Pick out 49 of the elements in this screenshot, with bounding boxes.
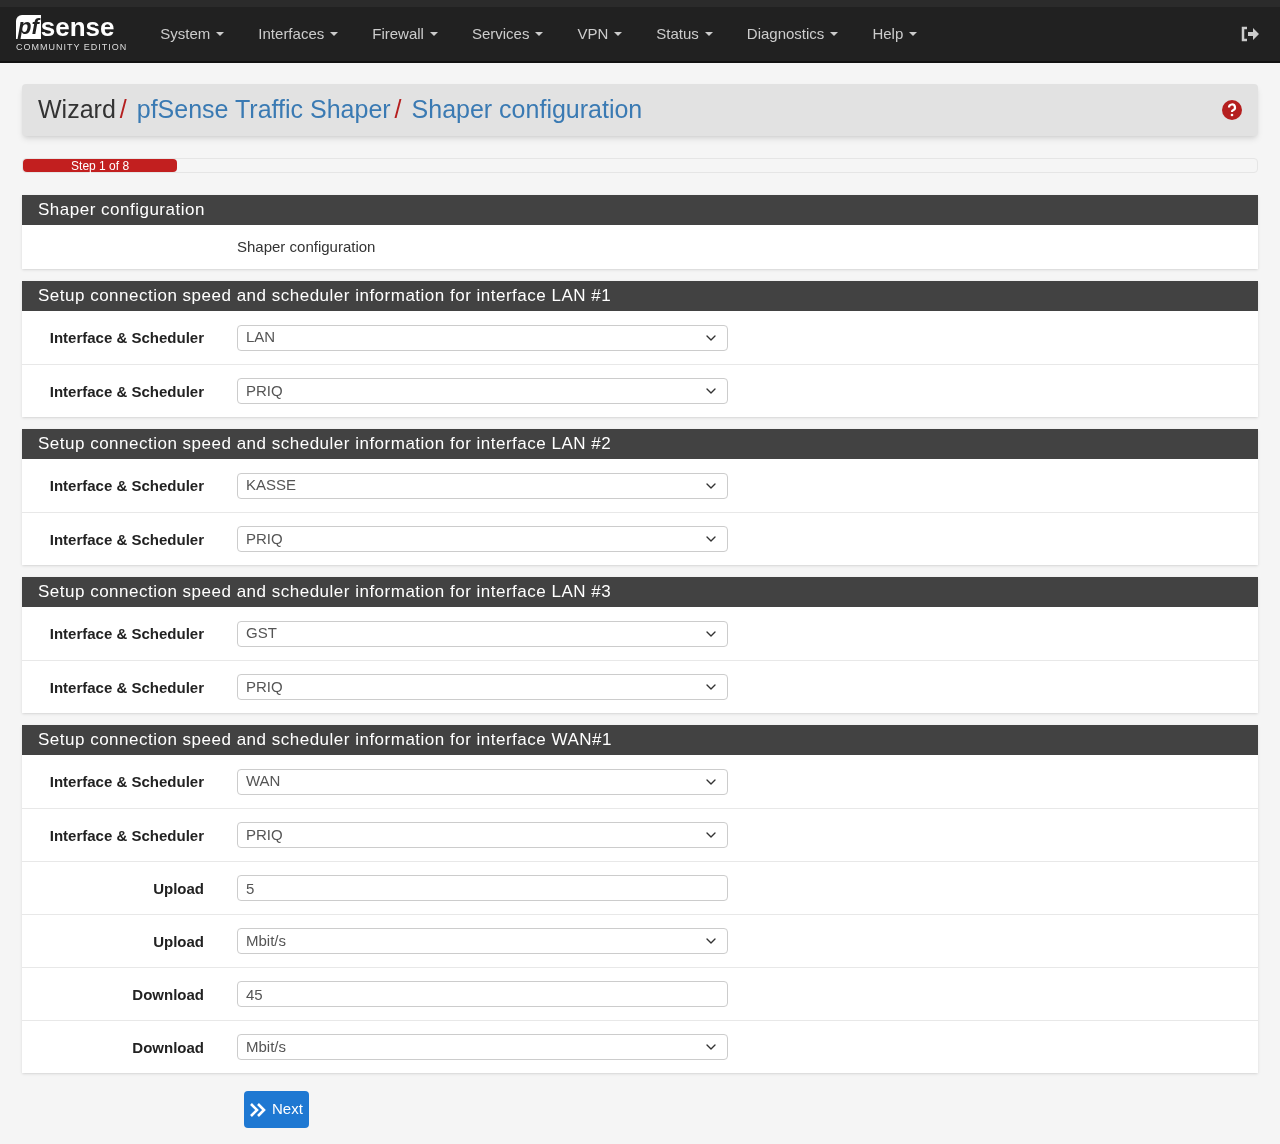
nav-menu-item[interactable]: Firewall [355,22,455,46]
field-label: Interface & Scheduler [49,826,204,846]
select-dropdown[interactable]: KASSE [237,472,728,499]
breadcrumb-separator: / [394,94,402,126]
field-label: Interface & Scheduler [49,772,204,792]
panel-heading: Setup connection speed and scheduler information for interface WAN#1 [22,725,1258,755]
panel-heading: Setup connection speed and scheduler information for interface LAN #3 [22,577,1258,607]
select-dropdown[interactable]: WAN [237,768,728,795]
progress-fill: Step 1 of 8 [23,159,178,172]
nav-menu-item[interactable]: VPN [560,22,640,46]
field-label: Upload [153,879,204,899]
select-dropdown[interactable]: PRIQ [237,526,728,552]
field-label: Download [132,1038,204,1058]
breadcrumb-link[interactable]: pfSense Traffic Shaper [136,91,391,129]
panel-heading: Setup connection speed and scheduler information for interface LAN #1 [22,281,1258,311]
field-label: Interface & Scheduler [49,530,204,550]
breadcrumb-title: Wizard [38,94,116,126]
nav-menu-item[interactable]: Services [454,22,561,46]
select-dropdown[interactable]: GST [237,620,728,647]
field-label: Interface & Scheduler [49,476,204,496]
nav-menu-item[interactable]: Interfaces [241,22,356,46]
description-text: Shaper configuration [237,236,376,257]
field-label: Download [132,985,204,1005]
panel-heading: Setup connection speed and scheduler information for interface LAN #2 [22,429,1258,459]
field-label: Interface & Scheduler [49,328,204,348]
select-dropdown[interactable]: Mbit/s [237,928,728,954]
field-label: Interface & Scheduler [49,678,204,698]
nav-menu-item[interactable]: System [143,22,242,46]
pfsense-logo[interactable]: pfsense COMMUNITY EDITION [16,15,128,53]
input-field[interactable]: 45 [237,981,728,1007]
nav-menu-item[interactable]: Diagnostics [729,22,856,46]
select-dropdown[interactable]: LAN [237,324,728,351]
nav-menu-item[interactable]: Help [855,22,935,46]
select-dropdown[interactable]: PRIQ [237,378,728,404]
nav-menu-item[interactable]: Status [639,22,730,46]
next-button[interactable]: Next [244,1091,309,1128]
input-field[interactable]: 5 [237,875,728,901]
field-label: Interface & Scheduler [49,624,204,644]
breadcrumb-link[interactable]: Shaper configuration [411,91,643,129]
logout-icon[interactable] [1240,26,1260,42]
double-chevron-icon [250,1102,266,1117]
field-label: Interface & Scheduler [49,382,204,402]
breadcrumb-separator: / [119,94,127,126]
select-dropdown[interactable]: PRIQ [237,674,728,700]
select-dropdown[interactable]: PRIQ [237,822,728,848]
panel-heading: Shaper configuration [22,195,1258,225]
help-icon[interactable] [1222,100,1242,120]
field-label: Upload [153,932,204,952]
select-dropdown[interactable]: Mbit/s [237,1034,728,1060]
